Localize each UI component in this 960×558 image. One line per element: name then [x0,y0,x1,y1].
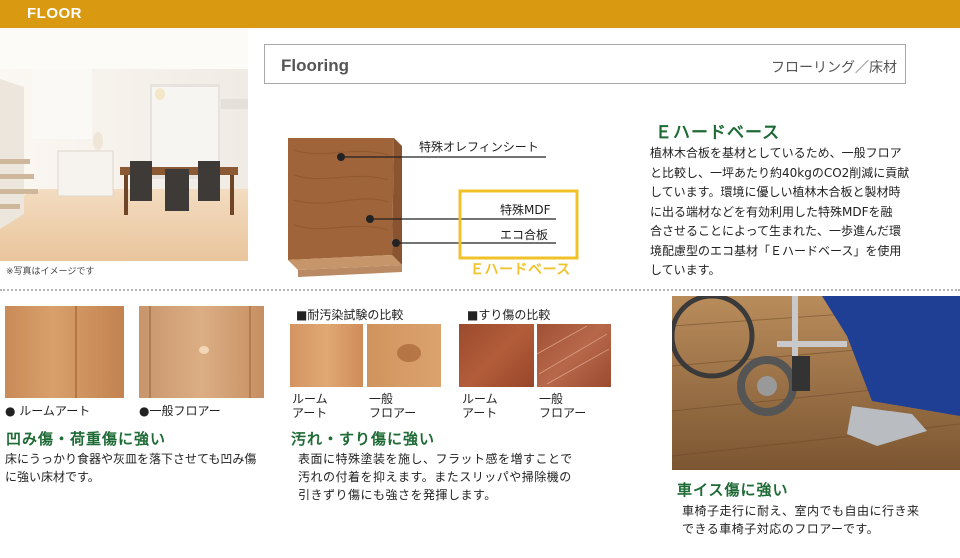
room-photo [0,29,248,261]
e-hard-base-title: Ｅハードベース [655,123,781,143]
swatch-room-art-dent [5,306,124,398]
swatch-scratch-general [537,324,611,387]
swatch-stain-general [367,324,441,387]
section-title-en: Flooring [281,56,349,75]
dent-body: 床にうっかり食器や灰皿を落下させても凹み傷 に強い床材です。 [5,452,257,484]
label-eco-plywood: エコ合板 [500,228,549,242]
stain-body: 表面に特殊塗装を施し、フラット感を増すことで 汚れの付着を抑えます。またスリッパや… [298,452,573,502]
caption-stain-room-art: ルーム アート [292,392,328,420]
caption-room-art: ● ルームアート [5,404,91,418]
label-e-hard-base: Ｅハードベース [470,262,571,278]
swatch-scratch-room-art [459,324,534,387]
caption-scratch-room-art: ルーム アート [462,392,498,420]
header-label: FLOOR [27,5,82,22]
e-hard-base-body: 植林木合板を基材としているため、一般フロア と比較し、一坪あたり約40kgのCO2… [650,146,910,277]
swatch-stain-room-art [290,324,363,387]
label-olefin-sheet: 特殊オレフィンシート [419,140,539,154]
swatch-general-floor-dent [139,306,264,398]
dent-title: 凹み傷・荷重傷に強い [6,430,167,448]
scratch-compare-label: ■すり傷の比較 [467,308,551,322]
wheelchair-body: 車椅子走行に耐え、室内でも自由に行き来 できる車椅子対応のフロアーです。 [682,504,920,536]
image-note: ※写真はイメージです [6,267,95,277]
stain-title: 汚れ・すり傷に強い [291,430,436,448]
section-title-ja: フローリング／床材 [771,60,897,76]
caption-stain-general: 一般 フロアー [369,392,417,420]
wheelchair-title: 車イス傷に強い [677,481,789,499]
caption-scratch-general: 一般 フロアー [539,392,587,420]
label-special-mdf: 特殊MDF [500,203,551,217]
caption-general-floor: ●一般フロアー [139,404,221,418]
wheelchair-photo [672,296,960,470]
section-divider [0,289,960,291]
stain-compare-label: ■耐汚染試験の比較 [296,308,404,322]
header-bar: FLOOR [0,0,960,28]
section-title-box: Flooring フローリング／床材 [264,44,906,84]
